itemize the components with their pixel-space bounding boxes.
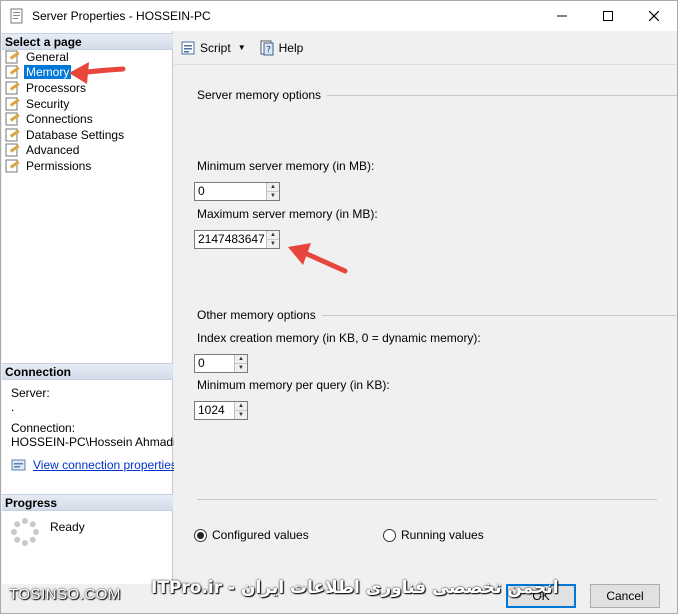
script-label: Script: [200, 40, 231, 55]
index-creation-memory-value[interactable]: 0: [195, 355, 234, 372]
close-icon: [649, 11, 659, 21]
wrench-page-icon: [5, 81, 20, 95]
window-controls: [539, 1, 677, 31]
connection-label: Connection:: [11, 421, 76, 435]
spinner-arrows: ▲ ▼: [266, 231, 279, 248]
spin-down-button[interactable]: ▼: [267, 239, 279, 248]
help-button[interactable]: ? Help: [260, 40, 304, 56]
server-memory-options-group: Server memory options: [197, 88, 678, 102]
max-server-memory-value[interactable]: 2147483647: [195, 231, 266, 248]
minimize-button[interactable]: [539, 1, 585, 31]
progress-status: Ready: [10, 517, 85, 547]
connection-properties-icon: [11, 459, 26, 471]
min-memory-per-query-label: Minimum memory per query (in KB):: [197, 378, 390, 392]
page-item-database-settings[interactable]: Database Settings: [5, 127, 173, 143]
other-memory-options-group: Other memory options: [197, 308, 676, 322]
page-label-database-settings: Database Settings: [26, 127, 125, 142]
maximize-icon: [603, 11, 613, 21]
max-server-memory-spinner[interactable]: 2147483647 ▲ ▼: [194, 230, 280, 249]
title-bar: Server Properties - HOSSEIN-PC: [1, 1, 677, 31]
server-value: .: [11, 400, 15, 414]
spin-up-button[interactable]: ▲: [267, 231, 279, 239]
help-icon: ?: [260, 40, 274, 55]
spin-up-button[interactable]: ▲: [235, 355, 247, 363]
min-server-memory-label: Minimum server memory (in MB):: [197, 159, 375, 173]
connection-header: Connection: [2, 363, 173, 380]
maximize-button[interactable]: [585, 1, 631, 31]
wrench-page-icon: [5, 112, 20, 126]
server-memory-options-title: Server memory options: [197, 88, 322, 102]
connection-details: Server: . Connection: HOSSEIN-PC\Hossein…: [11, 386, 176, 449]
wrench-page-icon: [5, 97, 20, 111]
spin-down-button[interactable]: ▼: [235, 410, 247, 419]
min-server-memory-value[interactable]: 0: [195, 183, 266, 200]
watermark-left: TOSINSO.COM: [9, 586, 121, 603]
view-connection-properties-link[interactable]: View connection properties: [11, 458, 177, 472]
spin-up-button[interactable]: ▲: [267, 183, 279, 191]
memory-page-content: Server memory options Minimum server mem…: [174, 66, 678, 584]
minimize-icon: [557, 15, 567, 17]
annotation-arrow-max-memory: [288, 243, 348, 274]
page-label-advanced: Advanced: [26, 143, 80, 158]
script-button[interactable]: Script ▼: [181, 40, 246, 56]
page-item-connections[interactable]: Connections: [5, 111, 173, 127]
configured-values-radio[interactable]: Configured values: [194, 528, 309, 542]
progress-header: Progress: [2, 494, 173, 511]
watermark-right: انجمن تخصصی فناوری اطلاعات ایران - ITPro…: [151, 578, 559, 598]
select-page-header: Select a page: [2, 33, 173, 50]
help-label: Help: [278, 40, 304, 55]
page-item-permissions[interactable]: Permissions: [5, 158, 173, 174]
svg-text:?: ?: [266, 45, 271, 55]
wrench-page-icon: [5, 159, 20, 173]
annotation-arrow-memory: [69, 62, 126, 84]
wrench-page-icon: [5, 65, 20, 79]
radio-unselected-icon: [383, 528, 396, 542]
spin-up-button[interactable]: ▲: [235, 402, 247, 410]
running-values-label: Running values: [401, 528, 484, 542]
page-label-permissions: Permissions: [26, 158, 92, 173]
left-navigation-panel: Select a page General Memory Processors …: [2, 31, 177, 584]
spinner-arrows: ▲ ▼: [234, 355, 247, 372]
spinner-arrows: ▲ ▼: [266, 183, 279, 200]
page-item-security[interactable]: Security: [5, 96, 173, 112]
window-title: Server Properties - HOSSEIN-PC: [32, 9, 211, 23]
page-label-security: Security: [26, 96, 70, 111]
close-button[interactable]: [631, 1, 677, 31]
connection-value: HOSSEIN-PC\Hossein Ahmadi: [11, 435, 176, 449]
toolbar: Script ▼ ? Help: [174, 31, 677, 65]
progress-spinner-icon: [11, 518, 39, 546]
server-label: Server:: [11, 386, 50, 400]
max-server-memory-label: Maximum server memory (in MB):: [197, 207, 378, 221]
options-divider: [197, 499, 657, 500]
wrench-page-icon: [5, 143, 20, 157]
script-icon: [181, 41, 195, 54]
chevron-down-icon[interactable]: ▼: [238, 43, 246, 52]
page-item-advanced[interactable]: Advanced: [5, 143, 173, 159]
view-connection-properties-label: View connection properties: [33, 458, 177, 472]
wrench-page-icon: [5, 128, 20, 142]
group-divider: [327, 94, 678, 96]
wrench-page-icon: [5, 50, 20, 64]
group-divider: [321, 314, 676, 316]
min-memory-per-query-spinner[interactable]: 1024 ▲ ▼: [194, 401, 248, 420]
configured-values-label: Configured values: [212, 528, 309, 542]
cancel-button[interactable]: Cancel: [590, 584, 660, 608]
spin-down-button[interactable]: ▼: [267, 191, 279, 200]
index-creation-memory-label: Index creation memory (in KB, 0 = dynami…: [197, 331, 481, 345]
running-values-radio[interactable]: Running values: [383, 528, 484, 542]
spinner-arrows: ▲ ▼: [234, 402, 247, 419]
min-memory-per-query-value[interactable]: 1024: [195, 402, 234, 419]
progress-status-text: Ready: [50, 520, 85, 534]
page-label-connections: Connections: [26, 112, 93, 127]
server-properties-icon: [10, 8, 23, 24]
server-properties-window: Server Properties - HOSSEIN-PC Select a …: [0, 0, 678, 614]
other-memory-options-title: Other memory options: [197, 308, 316, 322]
spin-down-button[interactable]: ▼: [235, 363, 247, 372]
index-creation-memory-spinner[interactable]: 0 ▲ ▼: [194, 354, 248, 373]
radio-selected-icon: [194, 528, 207, 542]
min-server-memory-spinner[interactable]: 0 ▲ ▼: [194, 182, 280, 201]
page-label-general: General: [26, 49, 69, 64]
